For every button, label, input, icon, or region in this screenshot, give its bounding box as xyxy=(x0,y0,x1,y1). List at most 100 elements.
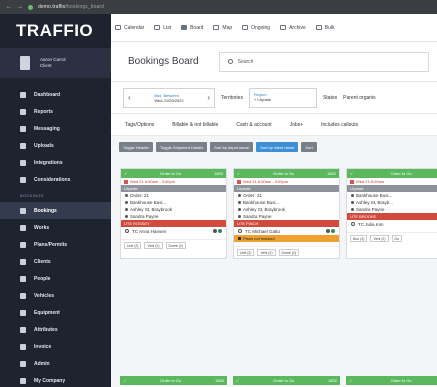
card-footer-button[interactable]: Dome (2) xyxy=(165,242,187,249)
card-person[interactable]: TC Julia Kim xyxy=(347,220,437,228)
tag-filter[interactable]: Jobs+ xyxy=(290,122,303,128)
tab-list[interactable]: List xyxy=(154,25,171,31)
card-detail-line: Bankhouse Busi... xyxy=(347,192,437,199)
tab-archive[interactable]: Archive xyxy=(280,25,306,31)
card-status-header[interactable]: ✓ Order to Go 1852 xyxy=(234,169,339,178)
card-status: Order to Go xyxy=(273,171,295,176)
booking-card[interactable]: ✓ Order to Go Wed 21 6:00am Lilydale Bankhou… xyxy=(346,168,437,259)
tag-filter[interactable]: Includes callouts xyxy=(321,122,358,128)
integrations-icon xyxy=(20,159,26,166)
toolbar-button[interactable]: Toggle Shipment Details xyxy=(156,142,208,152)
chevron-right-icon[interactable]: › xyxy=(207,93,210,102)
tag-filter[interactable]: Cash & account xyxy=(236,122,271,128)
user-panel[interactable]: Aaron Carrol Client xyxy=(0,48,111,78)
booking-card[interactable]: ✓ Order to Go 1850 xyxy=(120,376,227,387)
card-footer-button[interactable]: Vehi (2) xyxy=(144,242,163,249)
card-footer-button[interactable]: Unit (2) xyxy=(124,242,142,249)
card-footer-button[interactable]: Dome (2) xyxy=(278,249,300,256)
states-filter[interactable]: States xyxy=(323,95,337,101)
tab-bulk[interactable]: Bulk xyxy=(315,24,335,31)
confirmed-icon xyxy=(331,229,335,233)
card-time: Wed 21 6:00am - 3:00pm xyxy=(121,178,226,185)
people-icon xyxy=(20,275,26,282)
check-icon: ✓ xyxy=(236,378,240,383)
tag-filter[interactable]: Billable & not billable xyxy=(172,122,218,128)
toolbar-button[interactable]: Sort by depot name xyxy=(210,142,254,152)
booking-card[interactable]: ✓ Order to Go 1852 xyxy=(233,376,340,387)
card-status-header[interactable]: ✓ Order to Go 1850 xyxy=(120,376,227,385)
region-select[interactable]: Region + Lilydale xyxy=(248,87,317,108)
reports-icon xyxy=(20,108,26,115)
sidebar-item-my-company[interactable]: My Company xyxy=(0,372,111,387)
tab-ongoing[interactable]: Ongoing xyxy=(242,25,270,31)
toolbar-button[interactable]: Sort xyxy=(301,142,317,152)
card-status-header[interactable]: ✓ Order to Go xyxy=(347,169,437,178)
toolbar-button[interactable]: Toggle Header xyxy=(119,142,154,152)
calendar-icon xyxy=(115,25,121,30)
sidebar-item-dashboard[interactable]: Dashboard xyxy=(0,86,111,103)
sidebar-item-equipment[interactable]: Equipment xyxy=(0,304,111,321)
sidebar-item-admin[interactable]: Admin xyxy=(0,355,111,372)
card-footer-button[interactable]: Do xyxy=(391,235,403,242)
card-person[interactable]: TC Michael Gatto xyxy=(234,227,339,235)
card-time-text: Wed 21 6:00am xyxy=(356,179,385,184)
bulk-icon xyxy=(315,25,322,30)
sidebar-item-considerations[interactable]: Considerations xyxy=(0,171,111,188)
sidebar-item-plans-permits[interactable]: Plans/Permits xyxy=(0,236,111,253)
card-time: Wed 21 6:00am - 3:00pm xyxy=(234,178,339,185)
tab-map[interactable]: Map xyxy=(213,25,232,31)
toolbar-button[interactable]: Sort by client name xyxy=(256,142,299,152)
sidebar-item-vehicles[interactable]: Vehicles xyxy=(0,287,111,304)
search-input[interactable]: Search xyxy=(218,51,429,72)
tab-board[interactable]: Board xyxy=(181,25,203,31)
card-person-name: TC Julia Kim xyxy=(358,221,384,227)
address-bar[interactable]: demo.traffio/bookings_board xyxy=(38,4,104,10)
tag-filter[interactable]: Tags/Options xyxy=(125,122,154,128)
sidebar-item-attributes[interactable]: Attributes xyxy=(0,321,111,338)
sidebar-item-messaging[interactable]: Messaging xyxy=(0,120,111,137)
card-footer-button[interactable]: Boo (2) xyxy=(350,235,368,242)
sidebar-item-reports[interactable]: Reports xyxy=(0,103,111,120)
date-picker[interactable]: ‹ Bkd. Between Wed 21/09/2022 › xyxy=(123,87,215,108)
card-crew[interactable]: UTE FINCH xyxy=(234,220,339,227)
sidebar-item-invoice[interactable]: Invoice xyxy=(0,338,111,355)
booking-card[interactable]: ✓ Order to Go 1852 Wed 21 6:00am - 3:00pm Li… xyxy=(233,168,340,259)
back-arrow-icon[interactable]: ← xyxy=(6,4,12,10)
tab-label: Bulk xyxy=(324,24,335,31)
tab-calendar[interactable]: Calendar xyxy=(115,25,144,31)
card-time-text: Wed 21 6:00am - 3:00pm xyxy=(130,179,176,184)
card-detail-line: Order: 21 xyxy=(234,192,339,199)
check-icon: ✓ xyxy=(350,171,354,176)
sidebar-item-bookings[interactable]: Bookings xyxy=(0,202,111,219)
card-footer: Unit (2) Vehi (2) Dome (2) xyxy=(234,246,339,258)
booking-card[interactable]: ✓ Order to Go xyxy=(346,376,437,387)
parent-org-filter[interactable]: Parent organis xyxy=(343,95,376,101)
confirmed-icon xyxy=(218,229,222,233)
sidebar-item-works[interactable]: Works xyxy=(0,219,111,236)
sidebar-item-uploads[interactable]: Uploads xyxy=(0,137,111,154)
card-crew[interactable]: UTE ROSSEY xyxy=(121,220,226,227)
card-status-header[interactable]: ✓ Order to Go 1850 xyxy=(121,169,226,178)
app-logo[interactable]: TRAFFIO xyxy=(0,14,111,48)
forward-arrow-icon[interactable]: → xyxy=(17,4,23,10)
card-crew[interactable]: UTE BROOKE xyxy=(347,213,437,220)
card-detail-text: Ashley St, Braybrook xyxy=(243,207,286,212)
card-footer-button[interactable]: Vehi (2) xyxy=(370,235,389,242)
bookings-icon xyxy=(20,207,26,214)
sidebar-item-people[interactable]: People xyxy=(0,270,111,287)
card-footer-button[interactable]: Unit (2) xyxy=(237,249,255,256)
phone-icon xyxy=(213,229,217,233)
card-person[interactable]: TC Anna Hansen xyxy=(121,227,226,235)
card-detail-text: Ashley St, Braybrook xyxy=(130,207,173,212)
map-icon xyxy=(213,25,220,30)
card-footer-button[interactable]: Vehi (2) xyxy=(257,249,276,256)
card-status-header[interactable]: ✓ Order to Go xyxy=(346,376,437,385)
check-icon: ✓ xyxy=(124,171,128,176)
chevron-left-icon[interactable]: ‹ xyxy=(128,93,131,102)
sidebar-item-integrations[interactable]: Integrations xyxy=(0,154,111,171)
card-status-header[interactable]: ✓ Order to Go 1852 xyxy=(233,376,340,385)
booking-card[interactable]: ✓ Order to Go 1850 Wed 21 6:00am - 3:00pm Li… xyxy=(120,168,227,259)
territories-filter[interactable]: Territories xyxy=(221,95,243,101)
sidebar-item-clients[interactable]: Clients xyxy=(0,253,111,270)
bullet-icon xyxy=(125,194,128,197)
